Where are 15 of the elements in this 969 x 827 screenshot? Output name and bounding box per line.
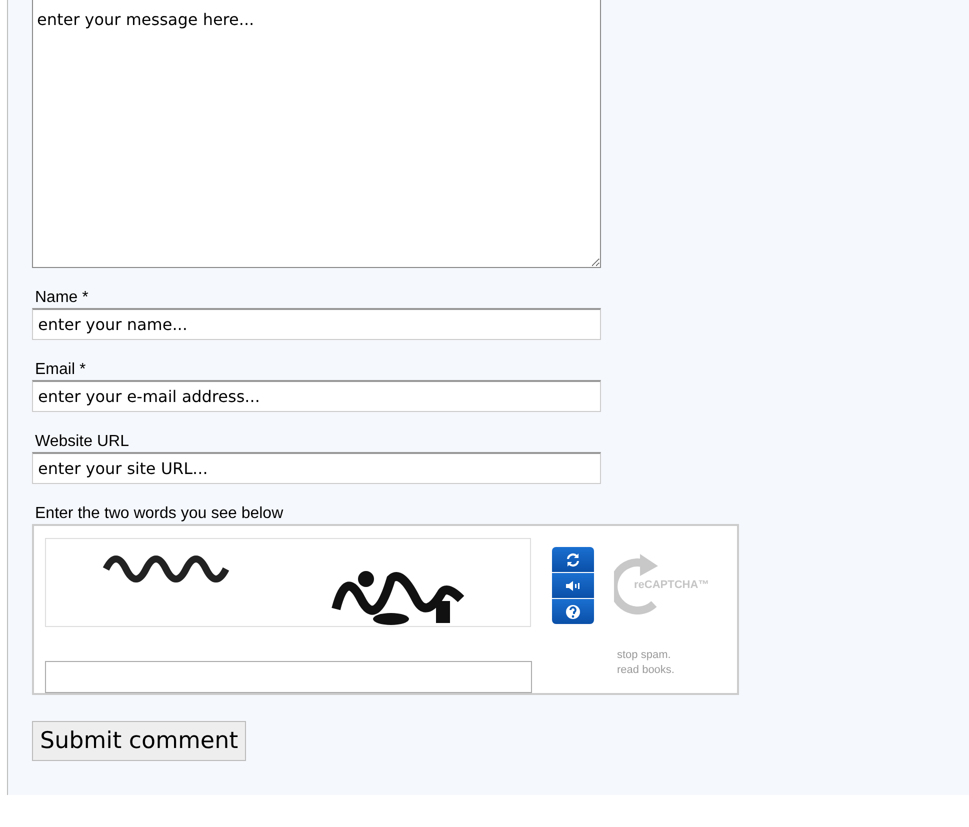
answer-field[interactable] xyxy=(45,661,532,693)
speaker-icon[interactable] xyxy=(552,573,594,598)
help-icon[interactable] xyxy=(552,599,594,624)
reload-icon[interactable] xyxy=(552,547,594,572)
input-field[interactable]: enter your e-mail address... xyxy=(32,380,601,412)
field-label: Enter the two words you see below xyxy=(35,504,284,524)
recaptcha-logo: reCAPTCHA™ xyxy=(634,579,710,591)
message-field[interactable]: enter your message here... xyxy=(32,0,601,268)
tagline: stop spam. read books. xyxy=(617,648,676,678)
field-label: Email * xyxy=(35,360,86,380)
field-label: Name * xyxy=(35,288,88,308)
input-field[interactable]: enter your name... xyxy=(32,308,601,340)
input-field[interactable]: enter your site URL... xyxy=(32,452,601,484)
submit-button[interactable]: Submit comment xyxy=(32,721,246,761)
field-label: Website URL xyxy=(35,432,129,452)
